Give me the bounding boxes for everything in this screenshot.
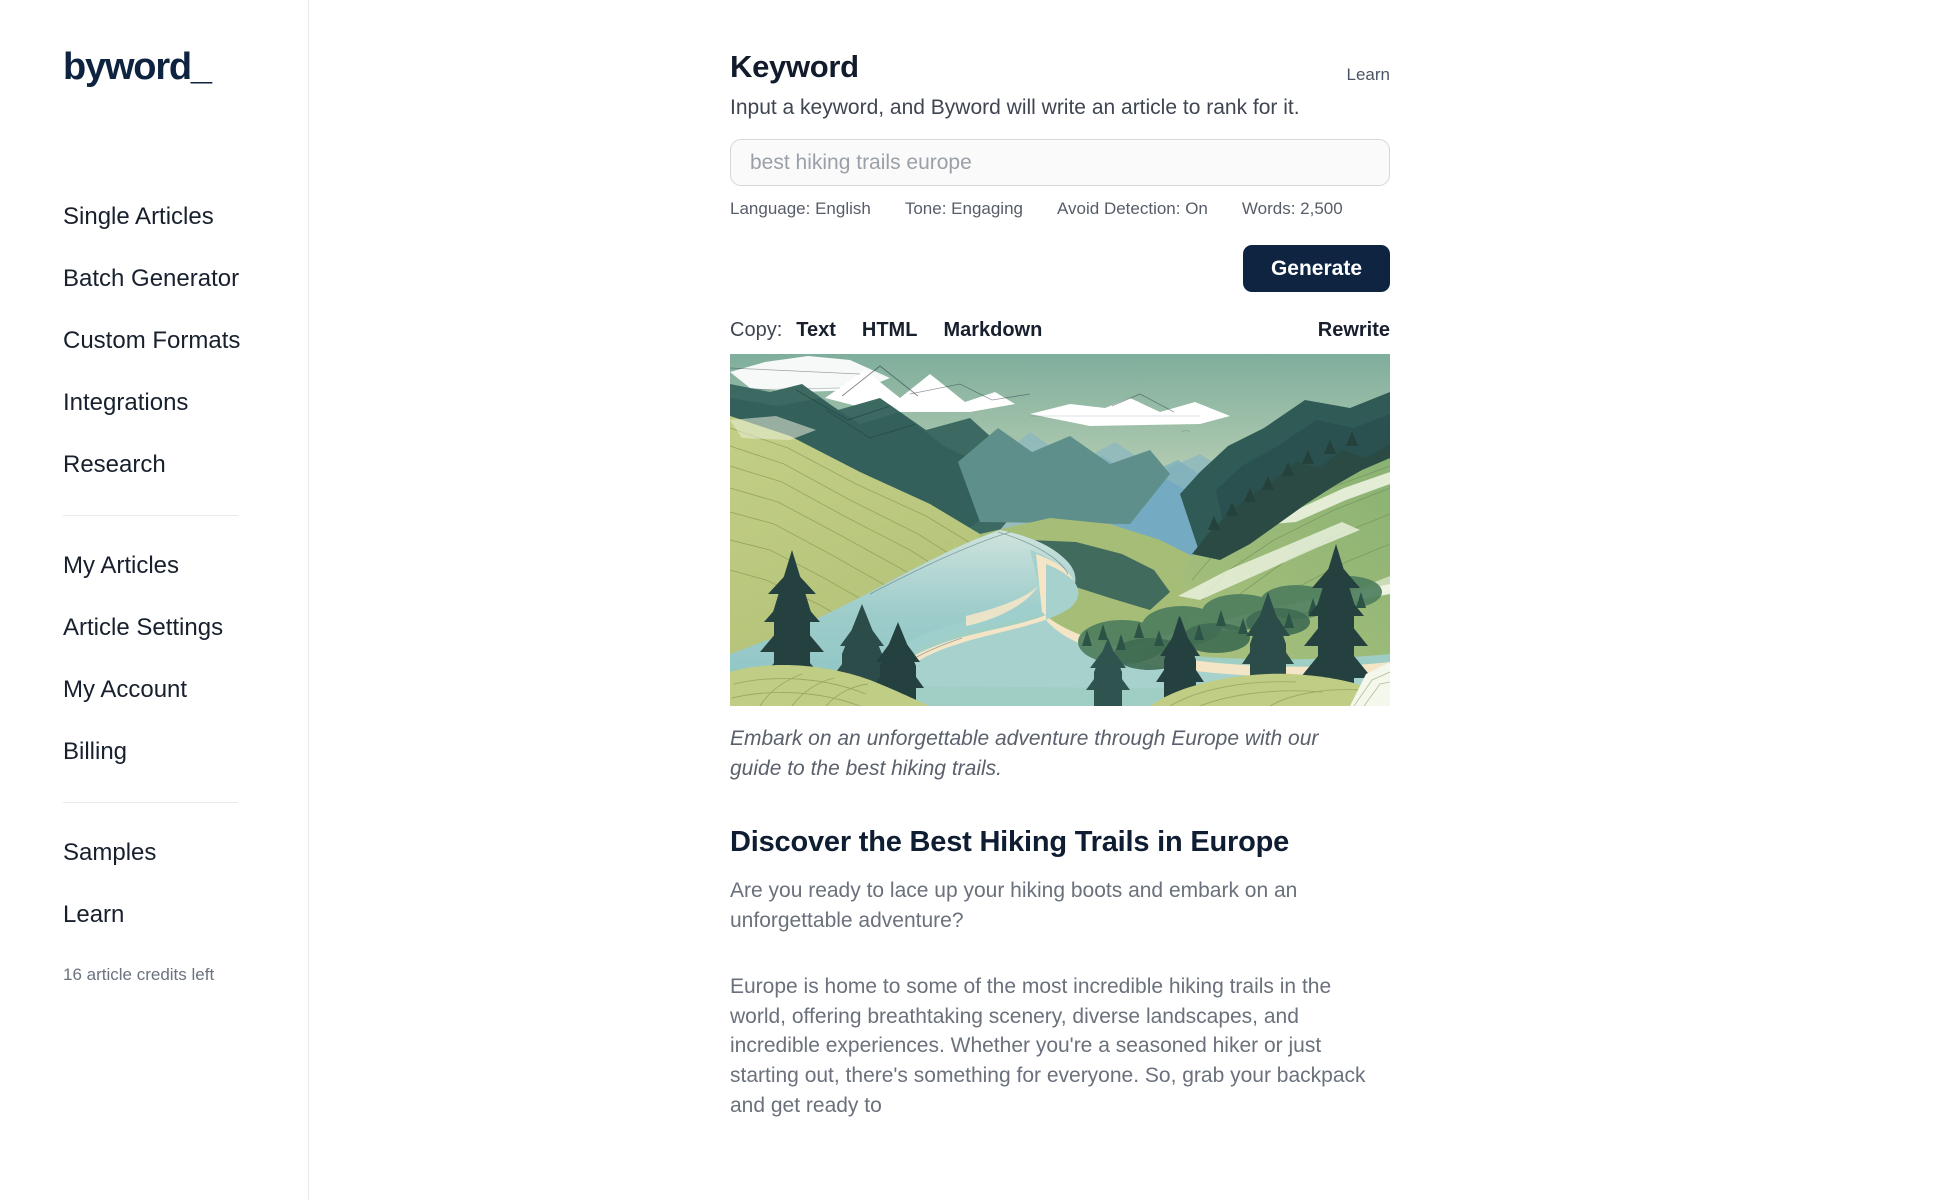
page-title: Keyword (730, 49, 859, 84)
generate-row: Generate (730, 245, 1390, 293)
article-credits-label: 16 article credits left (63, 965, 215, 984)
sidebar-item-billing[interactable]: Billing (63, 740, 273, 764)
main-content: Keyword Learn Input a keyword, and Bywor… (309, 0, 1950, 1200)
sidebar-item-my-articles[interactable]: My Articles (63, 554, 273, 578)
article-paragraph-2: Europe is home to some of the most incre… (730, 974, 1366, 1118)
sidebar: byword_ Single Articles Batch Generator … (0, 0, 309, 1200)
copy-toolbar: Copy: Text HTML Markdown Rewrite (730, 319, 1390, 342)
article-paragraph-1: Are you ready to lace up your hiking boo… (730, 879, 1298, 933)
sidebar-divider-2 (63, 802, 238, 803)
generate-button[interactable]: Generate (1242, 245, 1390, 293)
sidebar-item-my-account[interactable]: My Account (63, 678, 273, 702)
setting-language[interactable]: Language: English (730, 199, 871, 219)
sidebar-item-integrations[interactable]: Integrations (63, 391, 273, 415)
copy-label: Copy: (730, 319, 783, 342)
sidebar-item-article-settings[interactable]: Article Settings (63, 616, 273, 640)
sidebar-item-samples[interactable]: Samples (63, 841, 273, 865)
keyword-input[interactable] (730, 139, 1390, 187)
sidebar-nav: Single Articles Batch Generator Custom F… (63, 205, 273, 985)
image-caption: Embark on an unforgettable adventure thr… (730, 727, 1319, 781)
copy-as-markdown-button[interactable]: Markdown (943, 319, 1042, 342)
copy-as-html-button[interactable]: HTML (862, 319, 918, 342)
sidebar-item-custom-formats[interactable]: Custom Formats (63, 329, 273, 353)
app-root: byword_ Single Articles Batch Generator … (0, 0, 1950, 1200)
sidebar-item-single-articles[interactable]: Single Articles (63, 205, 273, 229)
hero-illustration (730, 354, 1390, 707)
setting-tone[interactable]: Tone: Engaging (905, 199, 1023, 219)
copy-as-text-button[interactable]: Text (796, 319, 836, 342)
sidebar-item-learn[interactable]: Learn (63, 903, 273, 927)
brand-logo[interactable]: byword_ (63, 48, 212, 86)
page-header: Keyword Learn (730, 0, 1390, 85)
content-column: Keyword Learn Input a keyword, and Bywor… (730, 0, 1390, 1121)
sidebar-item-batch-generator[interactable]: Batch Generator (63, 267, 273, 291)
setting-words[interactable]: Words: 2,500 (1242, 199, 1343, 219)
setting-avoid-detection[interactable]: Avoid Detection: On (1057, 199, 1208, 219)
sidebar-divider-1 (63, 515, 238, 516)
article-heading: Discover the Best Hiking Trails in Europ… (730, 825, 1290, 858)
sidebar-item-research[interactable]: Research (63, 453, 273, 477)
header-learn-link[interactable]: Learn (1347, 65, 1390, 85)
page-subtitle: Input a keyword, and Byword will write a… (730, 96, 1300, 119)
article-settings-summary: Language: English Tone: Engaging Avoid D… (730, 199, 1390, 219)
mountain-valley-illustration (730, 354, 1390, 707)
rewrite-button[interactable]: Rewrite (1318, 319, 1390, 342)
